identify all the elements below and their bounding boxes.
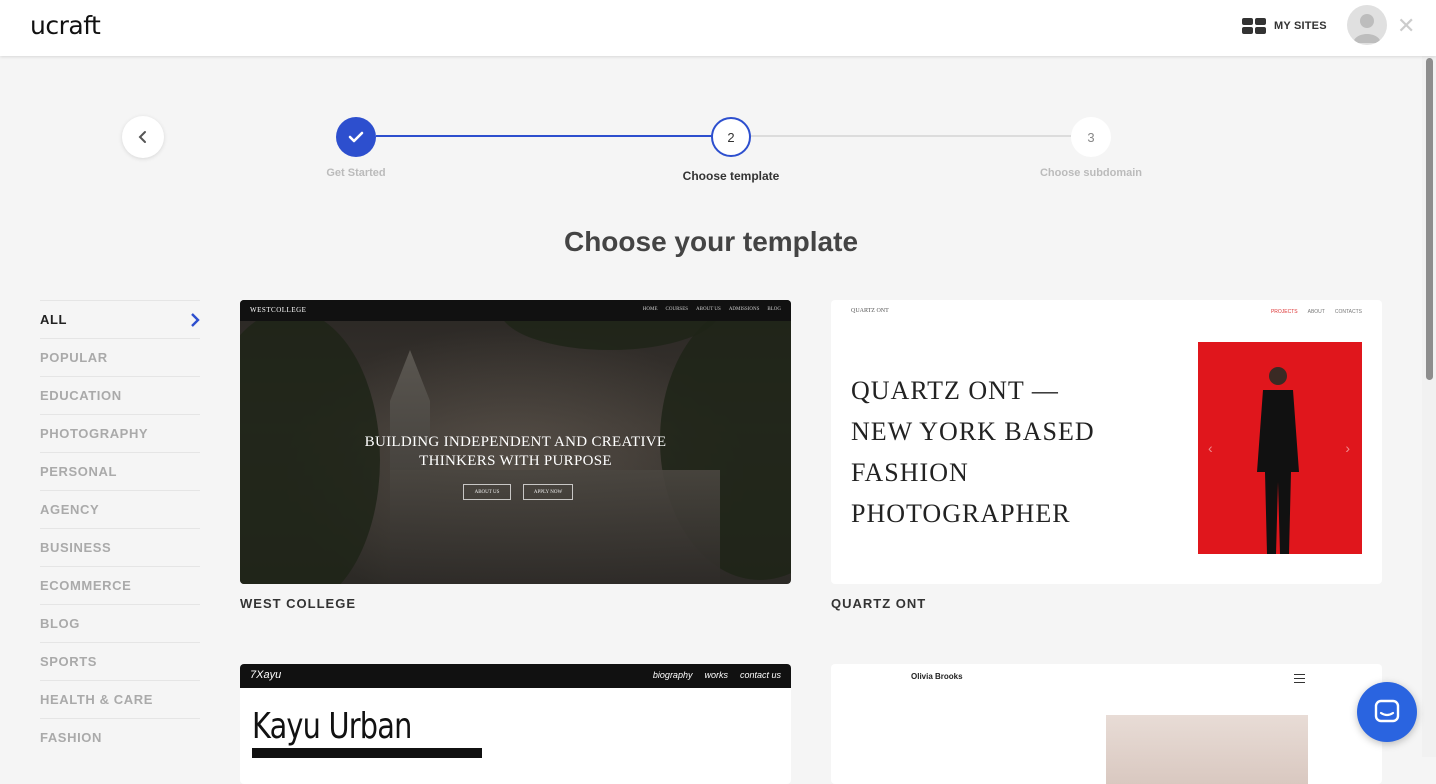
step-3-label: Choose subdomain: [1039, 167, 1143, 179]
ucraft-logo[interactable]: ucraft: [30, 11, 101, 40]
step-1-circle: [336, 117, 376, 157]
preview-nav-item: ABOUT: [1307, 309, 1325, 315]
step-3-circle: 3: [1071, 117, 1111, 157]
category-list: ALL POPULAR EDUCATION PHOTOGRAPHY PERSON…: [40, 300, 200, 756]
preview-headline: QUARTZ ONT — NEW YORK BASED FASHION PHOT…: [851, 370, 1211, 534]
preview-nav-item: BLOG: [767, 307, 781, 312]
preview-brand: QUARTZ ONT: [851, 308, 889, 314]
template-card-quartz-ont[interactable]: QUARTZ ONT PROJECTS ABOUT CONTACTS QUART…: [831, 300, 1382, 584]
preview-nav: HOME COURSES ABOUT US ADMISSIONS BLOG: [643, 307, 781, 312]
chevron-left-icon: [138, 131, 146, 143]
preview-brand: Olivia Brooks: [911, 672, 963, 681]
progress-line-complete: [376, 135, 712, 137]
preview-photo: ‹ ›: [1198, 342, 1362, 554]
category-label: SPORTS: [40, 654, 98, 669]
grid-icon: [1242, 18, 1266, 34]
preview-headline: BUILDING INDEPENDENT AND CREATIVE THINKE…: [240, 433, 791, 471]
category-label: BLOG: [40, 616, 80, 631]
category-label: AGENCY: [40, 502, 100, 517]
preview-nav-item: biography: [652, 670, 693, 680]
category-item-ecommerce[interactable]: ECOMMERCE: [40, 566, 200, 604]
category-label: PHOTOGRAPHY: [40, 426, 149, 441]
category-item-popular[interactable]: POPULAR: [40, 338, 200, 376]
preview-headline-line: NEW YORK BASED: [851, 417, 1095, 446]
preview-nav-item: PROJECTS: [1270, 309, 1298, 315]
preview-nav-item: CONTACTS: [1334, 309, 1362, 315]
category-item-photography[interactable]: PHOTOGRAPHY: [40, 414, 200, 452]
category-label: POPULAR: [40, 350, 108, 365]
chat-button[interactable]: [1357, 682, 1417, 742]
category-label: HEALTH & CARE: [40, 692, 153, 707]
preview-title: Kayu Urban: [252, 706, 412, 747]
preview-button: APPLY NOW: [523, 484, 573, 500]
category-item-fashion[interactable]: FASHION: [40, 718, 200, 756]
hamburger-menu-icon: [1294, 674, 1305, 686]
user-silhouette-icon: [1353, 14, 1381, 43]
close-icon[interactable]: ✕: [1397, 13, 1415, 39]
preview-navbar: 7Xayu biography works contact us: [240, 664, 791, 688]
preview-headline-line: QUARTZ ONT —: [851, 376, 1059, 405]
template-card-west-college[interactable]: WESTCOLLEGE HOME COURSES ABOUT US ADMISS…: [240, 300, 791, 584]
progress-line-pending: [751, 135, 1071, 137]
preview-button: ABOUT US: [463, 484, 511, 500]
template-name: WEST COLLEGE: [240, 596, 356, 611]
preview-photo: [1106, 715, 1308, 784]
chevron-right-icon: [191, 312, 200, 327]
preview-headline-line: THINKERS WITH PURPOSE: [419, 453, 612, 469]
preview-headline-line: PHOTOGRAPHER: [851, 499, 1071, 528]
my-sites-label: MY SITES: [1274, 20, 1327, 32]
category-item-personal[interactable]: PERSONAL: [40, 452, 200, 490]
category-label: FASHION: [40, 730, 102, 745]
checkmark-icon: [348, 131, 364, 143]
category-item-business[interactable]: BUSINESS: [40, 528, 200, 566]
model-figure: [1257, 367, 1299, 554]
top-bar: ucraft MY SITES ✕: [0, 0, 1436, 56]
preview-brand: 7Xayu: [250, 669, 282, 681]
preview-nav-item: COURSES: [665, 307, 689, 312]
page-scrollbar[interactable]: [1422, 56, 1436, 757]
preview-navbar: WESTCOLLEGE HOME COURSES ABOUT US ADMISS…: [240, 300, 791, 321]
step-2-circle: 2: [711, 117, 751, 157]
scrollbar-thumb[interactable]: [1426, 58, 1433, 380]
preview-nav-item: ABOUT US: [696, 307, 721, 312]
preview-nav-item: contact us: [739, 670, 781, 680]
preview-nav-item: works: [704, 670, 728, 680]
preview-headline-line: BUILDING INDEPENDENT AND CREATIVE: [364, 434, 667, 450]
back-button[interactable]: [122, 116, 164, 158]
category-item-education[interactable]: EDUCATION: [40, 376, 200, 414]
preview-nav-item: ADMISSIONS: [728, 307, 760, 312]
preview-nav: PROJECTS ABOUT CONTACTS: [1271, 309, 1362, 315]
category-label: EDUCATION: [40, 388, 122, 403]
avatar[interactable]: [1347, 5, 1387, 45]
category-item-sports[interactable]: SPORTS: [40, 642, 200, 680]
preview-brand: WESTCOLLEGE: [250, 306, 307, 314]
step-1-label: Get Started: [326, 167, 386, 179]
preview-nav: biography works contact us: [653, 670, 781, 680]
category-item-health-care[interactable]: HEALTH & CARE: [40, 680, 200, 718]
template-name: QUARTZ ONT: [831, 596, 927, 611]
chevron-right-icon: ›: [1345, 440, 1350, 456]
preview-nav-item: HOME: [642, 307, 658, 312]
step-2-label: Choose template: [682, 169, 780, 183]
template-card-kayu-urban[interactable]: 7Xayu biography works contact us Kayu Ur…: [240, 664, 791, 784]
category-item-all[interactable]: ALL: [40, 300, 200, 338]
template-card-olivia-brooks[interactable]: Olivia Brooks: [831, 664, 1382, 784]
chat-icon: [1374, 699, 1400, 723]
category-item-blog[interactable]: BLOG: [40, 604, 200, 642]
category-label: ECOMMERCE: [40, 578, 132, 593]
category-label: ALL: [40, 312, 68, 327]
category-item-agency[interactable]: AGENCY: [40, 490, 200, 528]
category-label: BUSINESS: [40, 540, 112, 555]
my-sites-button[interactable]: MY SITES: [1242, 18, 1327, 34]
category-label: PERSONAL: [40, 464, 118, 479]
preview-headline-line: FASHION: [851, 458, 969, 487]
page-title: Choose your template: [563, 226, 859, 257]
chevron-left-icon: ‹: [1208, 440, 1213, 456]
